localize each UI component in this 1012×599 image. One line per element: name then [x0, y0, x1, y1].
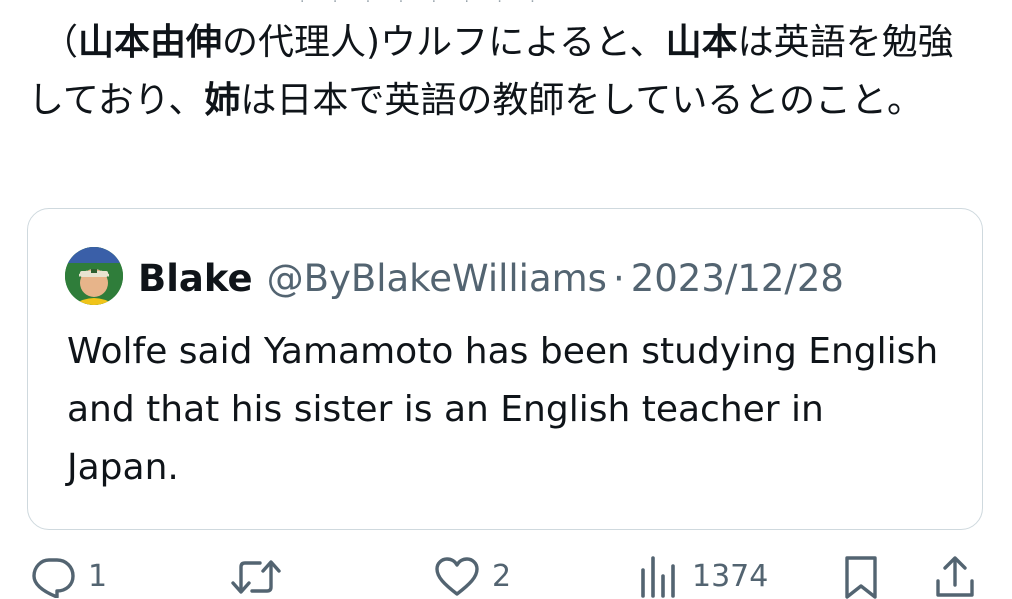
quoted-tweet-body: Wolfe said Yamamoto has been studying En… — [67, 331, 939, 488]
display-name[interactable]: Blake — [138, 257, 253, 300]
tweet-text-part-5: るとのこと。 — [707, 80, 923, 121]
views-icon — [641, 556, 675, 598]
share-icon — [936, 556, 974, 597]
views-count: 1374 — [692, 559, 769, 594]
tweet-text-bold-sister: 姉 — [204, 80, 241, 121]
like-button[interactable]: 2 — [434, 555, 511, 599]
quoted-tweet-header: Blake @ByBlakeWilliams · 2023/12/28 — [138, 253, 844, 303]
bookmark-icon — [845, 556, 877, 599]
post-date[interactable]: 2023/12/28 — [631, 257, 844, 300]
user-handle[interactable]: @ByBlakeWilliams — [267, 257, 607, 300]
bookmark-button[interactable] — [842, 555, 880, 599]
reply-count: 1 — [88, 559, 108, 594]
tweet-text-part-1: の代理人)ウルフによると、 — [222, 22, 666, 63]
share-button[interactable] — [934, 555, 976, 599]
action-bar: 1 2 1374 — [0, 555, 1012, 599]
reply-button[interactable]: 1 — [30, 555, 107, 599]
tweet-text-bold-yamamoto: 山本 — [665, 22, 738, 63]
tweet-text: （山本由伸の代理人)ウルフによると、山本は英語を勉強しており、姉は日本で英語の教… — [28, 14, 988, 130]
profile-photo-avatar[interactable] — [65, 247, 123, 305]
repost-button[interactable] — [230, 555, 294, 599]
tweet-text-part-2: は英語 — [737, 22, 846, 63]
views-button[interactable]: 1374 — [638, 555, 768, 599]
separator-dot: · — [612, 256, 625, 300]
tweet-text-bold-name: 山本由伸 — [78, 22, 223, 63]
like-count: 2 — [492, 559, 512, 594]
reply-icon — [32, 558, 75, 598]
like-icon — [435, 557, 479, 596]
scrolled-off-content: · · · · · · · · — [300, 0, 720, 4]
tweet-text-part-4: は日本で英語の教師をしてい — [240, 80, 708, 121]
repost-icon — [231, 560, 281, 594]
tweet-text-open-paren: （ — [42, 22, 79, 63]
quoted-tweet-card[interactable]: Blake @ByBlakeWilliams · 2023/12/28 Wolf… — [27, 208, 983, 530]
